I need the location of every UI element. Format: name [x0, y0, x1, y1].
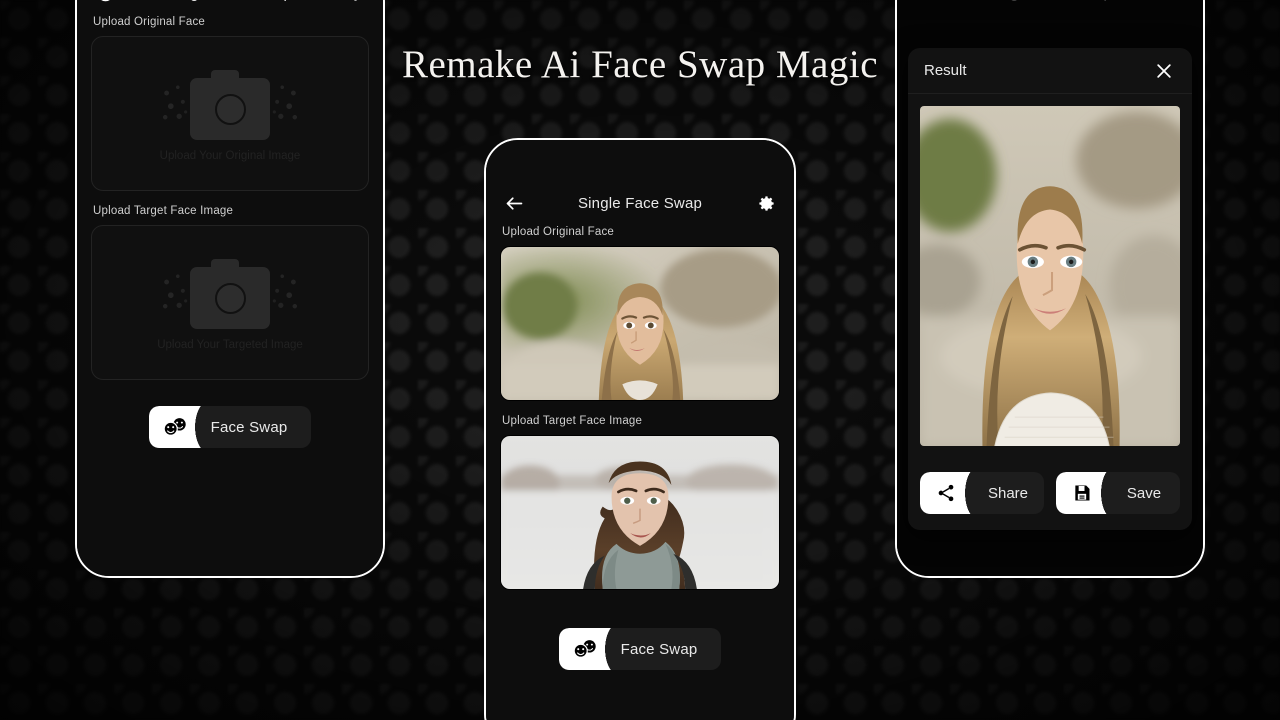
- share-button-label: Share: [987, 484, 1029, 502]
- swap-button-row-left: Face Swap: [77, 406, 383, 448]
- save-button-label: Save: [1126, 484, 1162, 502]
- result-modal-title: Result: [924, 62, 967, 79]
- appbar-title-center: Single Face Swap: [577, 194, 703, 212]
- face-swap-button[interactable]: Face Swap: [558, 628, 722, 670]
- upload-target-face-dropzone[interactable]: Upload Your Targeted Image: [91, 225, 369, 380]
- appbar-center: Single Face Swap: [486, 180, 794, 226]
- result-modal: Result Share Save: [908, 48, 1192, 530]
- close-icon[interactable]: [1152, 59, 1176, 83]
- result-photo[interactable]: [920, 106, 1180, 446]
- share-icon: [920, 472, 972, 514]
- target-face-photo[interactable]: [500, 435, 780, 590]
- label-upload-target-face: Upload Target Face Image: [93, 205, 234, 217]
- result-modal-header: Result: [908, 48, 1192, 94]
- upload-target-placeholder: Upload Your Targeted Image: [157, 338, 303, 351]
- camera-icon: [161, 66, 299, 140]
- swap-button-row-center: Face Swap: [486, 628, 794, 670]
- gear-icon[interactable]: [343, 0, 367, 5]
- appbar-left: Single Face Swap: [77, 0, 383, 16]
- appbar-title-left: Single Face Swap: [117, 0, 343, 2]
- upload-original-face-dropzone[interactable]: Upload Your Original Image: [91, 36, 369, 191]
- save-floppy-icon: [1056, 472, 1108, 514]
- gear-icon[interactable]: [754, 191, 778, 215]
- two-faces-icon: [558, 628, 613, 670]
- phone-mockup-center: Single Face Swap Upload Original Face Up…: [484, 138, 796, 720]
- result-modal-body: [908, 94, 1192, 458]
- label-upload-original-face: Upload Original Face: [502, 226, 615, 238]
- label-upload-target-face: Upload Target Face Image: [502, 415, 643, 427]
- label-upload-original-face: Upload Original Face: [93, 16, 206, 28]
- share-button[interactable]: Share: [920, 472, 1044, 514]
- back-arrow-icon[interactable]: [502, 191, 526, 215]
- face-swap-button-label: Face Swap: [620, 640, 698, 658]
- result-modal-actions: Share Save: [908, 458, 1192, 530]
- globe-icon[interactable]: [93, 0, 117, 5]
- two-faces-icon: [148, 406, 203, 448]
- face-swap-button-label: Face Swap: [210, 418, 288, 436]
- original-face-photo[interactable]: [500, 246, 780, 401]
- face-swap-button[interactable]: Face Swap: [148, 406, 312, 448]
- phone-mockup-right: Single Face Swap Face Swap: [895, 0, 1205, 578]
- phone-mockup-left: Single Face Swap Upload Original Face Up…: [75, 0, 385, 578]
- upload-original-placeholder: Upload Your Original Image: [159, 149, 301, 162]
- save-button[interactable]: Save: [1056, 472, 1180, 514]
- camera-icon: [161, 255, 299, 329]
